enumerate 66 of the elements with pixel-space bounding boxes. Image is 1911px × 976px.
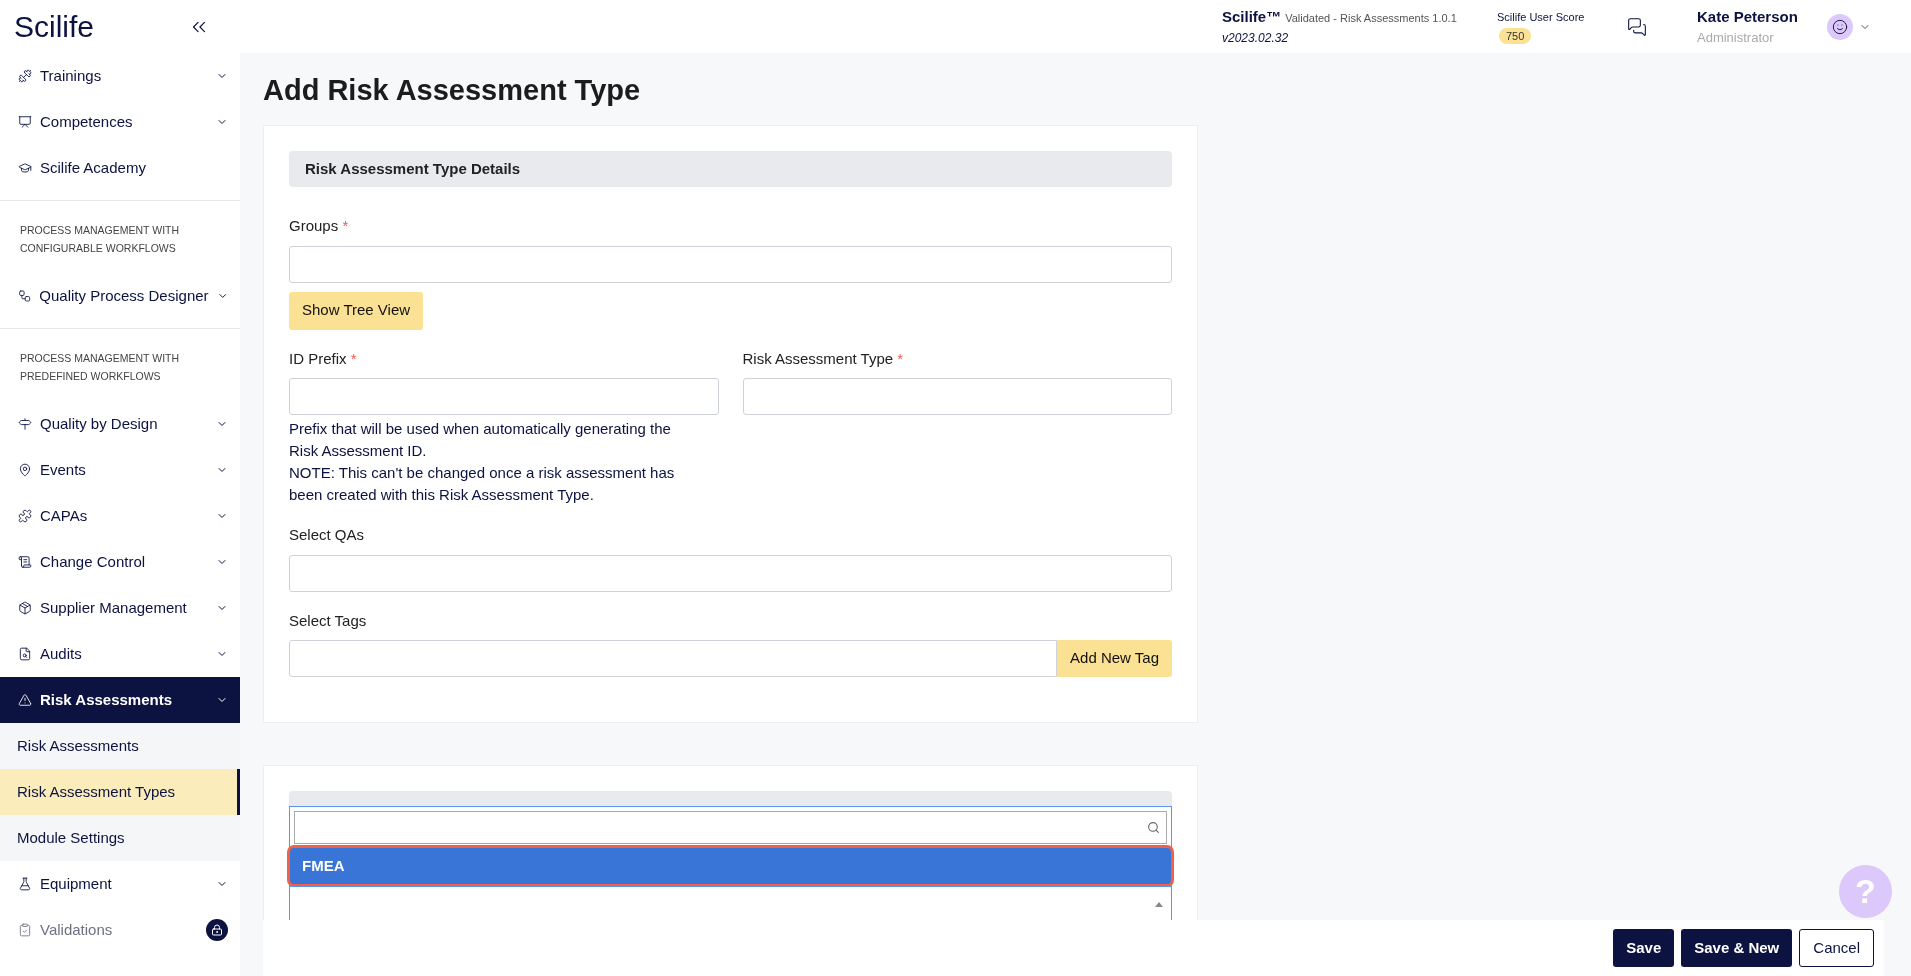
module-icon [18, 923, 32, 937]
sidebar-item[interactable]: Change Control [0, 539, 240, 585]
user-role: Administrator [1697, 29, 1775, 47]
sidebar-item[interactable]: Validations [0, 907, 240, 953]
sidebar-item[interactable]: Supplier Management [0, 585, 240, 631]
sidebar-item[interactable]: Trainings [0, 53, 240, 99]
input-field[interactable] [289, 640, 1058, 677]
field-label: Risk Assessment Type * [742, 348, 905, 369]
add-new-tag-button[interactable]: Add New Tag [1057, 640, 1172, 677]
module-icon [18, 463, 32, 477]
field-label: ID Prefix * [289, 348, 358, 369]
sidebar-item[interactable]: Risk Assessments [0, 677, 240, 723]
module-icon [18, 877, 32, 891]
submenu-item[interactable]: Module Settings [0, 815, 240, 861]
sidebar-item[interactable]: Scilife Academy [0, 145, 240, 191]
logo: Scilife [14, 9, 95, 45]
field-label: Select Tags [289, 610, 368, 631]
submenu-item[interactable]: Risk Assessments [0, 723, 240, 769]
module-icon [18, 69, 32, 83]
help-text: Prefix that will be used when automatically generating the Risk Assessment ID. [289, 419, 672, 461]
module-version: Validated - Risk Assessments 1.0.1 [1285, 11, 1457, 27]
help-text: NOTE: This can't be changed once a risk assessment has been created with this Risk Assessment Type. [289, 463, 676, 505]
action-button[interactable]: Cancel [1799, 929, 1874, 967]
score-label: Scilife User Score [1497, 10, 1585, 25]
sidebar-item[interactable]: Competences [0, 99, 240, 145]
sidebar-item[interactable]: Equipment [0, 861, 240, 907]
submenu-item[interactable]: Risk Assessment Types [0, 769, 240, 815]
dropdown-option[interactable]: FMEA [290, 848, 1171, 884]
select-field[interactable] [289, 886, 1172, 922]
sidebar-item[interactable]: Quality by Design [0, 401, 240, 447]
caret-icon [1155, 901, 1163, 907]
show-tree-view-button[interactable]: Show Tree View [289, 291, 424, 330]
module-icon [18, 161, 32, 175]
sidebar-item[interactable]: Audits [0, 631, 240, 677]
module-icon [18, 555, 32, 569]
search-icon [1147, 821, 1160, 834]
input-field[interactable] [742, 378, 1172, 415]
module-icon [18, 693, 32, 707]
input-field[interactable] [289, 245, 1172, 283]
field-label: Groups * [289, 216, 350, 236]
input-field[interactable] [289, 554, 1172, 592]
search-field[interactable] [294, 811, 1167, 844]
score-badge: 750 [1499, 27, 1532, 44]
user-name: Kate Peterson [1697, 6, 1799, 27]
module-icon [18, 509, 32, 523]
module-icon [18, 601, 32, 615]
module-icon [18, 289, 32, 303]
action-button[interactable]: Save [1613, 929, 1675, 967]
lock-badge [206, 919, 228, 941]
sidebar-item[interactable]: CAPAs [0, 493, 240, 539]
module-icon [18, 115, 32, 129]
avatar[interactable] [1827, 13, 1853, 40]
action-button[interactable]: Save & New [1681, 929, 1793, 967]
field-label: Select QAs [289, 525, 366, 545]
section-heading: PROCESS MANAGEMENT WITH CONFIGURABLE WORKFLOWS [20, 223, 181, 256]
app-version: v2023.02.32 [1222, 29, 1290, 47]
input-field[interactable] [289, 378, 719, 415]
module-icon [18, 647, 32, 661]
module-icon [18, 417, 32, 431]
section-heading: PROCESS MANAGEMENT WITH PREDEFINED WORKFLOWS [20, 351, 181, 384]
chat-icon[interactable] [1627, 16, 1647, 37]
section-header: Risk Assessment Type Details [289, 151, 1172, 187]
sidebar-item[interactable]: Quality Process Designer [0, 273, 240, 319]
page-title: Add Risk Assessment Type [263, 73, 642, 109]
product-name: Scilife™ [1222, 7, 1282, 28]
sidebar-item[interactable]: Events [0, 447, 240, 493]
